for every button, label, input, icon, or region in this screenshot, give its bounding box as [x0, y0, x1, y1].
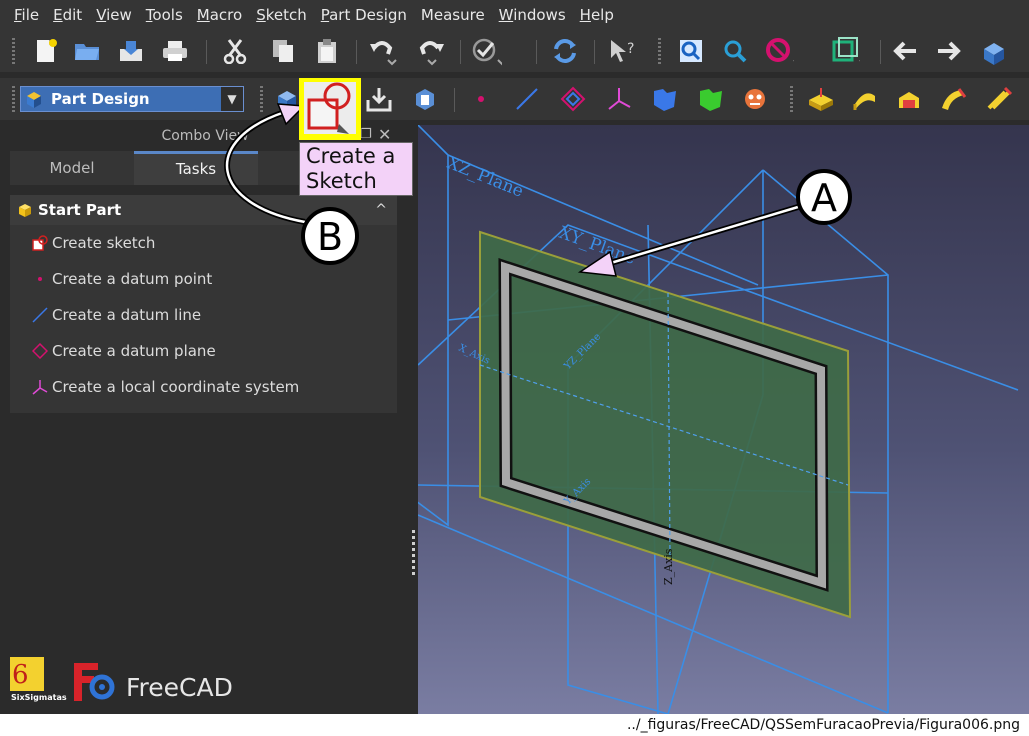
- menu-measure[interactable]: Measure: [421, 6, 485, 24]
- sixsigmatas-logo: 6: [10, 657, 44, 695]
- clone-icon[interactable]: [740, 84, 770, 114]
- additive-pipe-icon[interactable]: [938, 84, 968, 114]
- datum-point-icon: [32, 271, 48, 287]
- import-icon[interactable]: [364, 84, 394, 114]
- new-document-icon[interactable]: [30, 36, 60, 66]
- workbench-selector[interactable]: Part Design ▼: [20, 86, 244, 112]
- task-create-local-coordinate-system[interactable]: Create a local coordinate system: [10, 369, 397, 405]
- sketch-icon: [32, 235, 48, 251]
- refresh-check-icon[interactable]: [472, 36, 502, 66]
- main-toolbar: ?: [0, 30, 1029, 72]
- chevron-up-icon[interactable]: ^: [375, 202, 387, 218]
- menu-windows[interactable]: Windows: [499, 6, 566, 24]
- redo-icon[interactable]: [416, 36, 446, 66]
- datum-line-icon[interactable]: [512, 84, 542, 114]
- 3d-viewport[interactable]: XZ_Plane XY_Plane YZ_Plane X_Axis Y_Axis…: [418, 125, 1029, 714]
- scene: XZ_Plane XY_Plane YZ_Plane X_Axis Y_Axis…: [418, 125, 1019, 714]
- task-create-sketch[interactable]: Create sketch: [10, 225, 397, 261]
- bounding-box-icon[interactable]: [830, 36, 860, 66]
- cut-icon[interactable]: [220, 36, 250, 66]
- menu-tools[interactable]: Tools: [146, 6, 183, 24]
- additive-loft-icon[interactable]: [894, 84, 924, 114]
- task-label: Create a datum point: [52, 270, 213, 288]
- panel-splitter[interactable]: [412, 530, 415, 578]
- combo-view-panel: Combo View ❐ ✕ Model Tasks Start Part ^ …: [0, 125, 410, 714]
- task-create-datum-plane[interactable]: Create a datum plane: [10, 333, 397, 369]
- tab-tasks[interactable]: Tasks: [134, 151, 258, 185]
- part-icon: [19, 204, 31, 217]
- draw-style-icon[interactable]: [764, 36, 794, 66]
- pad-icon[interactable]: [806, 84, 836, 114]
- figure-caption: ../_figuras/FreeCAD/QSSemFuracaoPrevia/F…: [0, 714, 1029, 736]
- revolution-icon[interactable]: [850, 84, 880, 114]
- undo-icon[interactable]: [368, 36, 398, 66]
- freecad-window: File Edit View Tools Macro Sketch Part D…: [0, 0, 1029, 714]
- copy-icon[interactable]: [268, 36, 298, 66]
- datum-plane-icon: [32, 343, 48, 359]
- shape-binder-icon[interactable]: [410, 84, 440, 114]
- freecad-logo-icon: [72, 661, 118, 709]
- tooltip-line-1: Create a: [306, 144, 396, 168]
- task-create-datum-line[interactable]: Create a datum line: [10, 297, 397, 333]
- task-label: Create a local coordinate system: [52, 378, 300, 396]
- part-design-workbench-icon: [27, 92, 41, 108]
- back-arrow-icon[interactable]: [890, 36, 920, 66]
- open-icon[interactable]: [72, 36, 102, 66]
- menu-bar: File Edit View Tools Macro Sketch Part D…: [0, 0, 1029, 30]
- menu-view[interactable]: View: [96, 6, 132, 24]
- menu-file[interactable]: File: [14, 6, 39, 24]
- dock-float-icon[interactable]: ❐: [360, 127, 372, 142]
- toolbar-grip[interactable]: [12, 38, 15, 64]
- create-sketch-tooltip: Create a Sketch: [299, 142, 413, 196]
- datum-point-icon[interactable]: [466, 84, 496, 114]
- task-panel: Start Part ^ Create sketch Create a datu…: [10, 195, 397, 413]
- whats-this-icon[interactable]: ?: [608, 36, 638, 66]
- toolbar-grip[interactable]: [12, 86, 15, 112]
- menu-edit[interactable]: Edit: [53, 6, 82, 24]
- local-coordinate-system-icon[interactable]: [604, 84, 634, 114]
- menu-help[interactable]: Help: [580, 6, 614, 24]
- svg-text:6: 6: [12, 660, 29, 690]
- print-icon[interactable]: [160, 36, 190, 66]
- workbench-name: Part Design: [51, 90, 150, 108]
- task-panel-title: Start Part: [38, 201, 122, 219]
- create-body-icon[interactable]: [272, 84, 302, 114]
- forward-arrow-icon[interactable]: [934, 36, 964, 66]
- datum-line-icon: [32, 307, 48, 323]
- task-panel-header[interactable]: Start Part ^: [10, 195, 397, 225]
- datum-plane-icon[interactable]: [558, 84, 588, 114]
- xz-plane-outline: [418, 125, 449, 527]
- local-coordinate-system-icon: [32, 379, 48, 395]
- menu-part-design[interactable]: Part Design: [321, 6, 407, 24]
- paste-icon[interactable]: [312, 36, 342, 66]
- navigation-cube-icon[interactable]: [980, 36, 1010, 66]
- svg-text:?: ?: [627, 41, 634, 57]
- freecad-wordmark: FreeCAD: [126, 673, 233, 702]
- chevron-down-icon[interactable]: ▼: [221, 87, 243, 111]
- subshape-binder-icon[interactable]: [696, 84, 726, 114]
- fit-all-icon[interactable]: [676, 36, 706, 66]
- menu-sketch[interactable]: Sketch: [256, 6, 307, 24]
- part-design-toolbar: Part Design ▼: [0, 78, 1029, 140]
- task-create-datum-point[interactable]: Create a datum point: [10, 261, 397, 297]
- sixsigmatas-label: SixSigmatas: [11, 693, 67, 702]
- task-label: Create sketch: [52, 234, 156, 252]
- tooltip-line-2: Sketch: [306, 169, 377, 193]
- axis-label-z: Z_Axis: [662, 548, 675, 585]
- plane-label-xz: XZ_Plane: [444, 153, 526, 202]
- sketch-icon: [307, 82, 351, 134]
- additive-helix-icon[interactable]: [984, 84, 1014, 114]
- task-label: Create a datum plane: [52, 342, 216, 360]
- save-icon[interactable]: [116, 36, 146, 66]
- fit-selection-icon[interactable]: [720, 36, 750, 66]
- menu-macro[interactable]: Macro: [197, 6, 242, 24]
- figure-path: ../_figuras/FreeCAD/QSSemFuracaoPrevia/F…: [626, 717, 1020, 733]
- tab-model[interactable]: Model: [10, 151, 134, 185]
- create-sketch-button[interactable]: [299, 78, 361, 140]
- recompute-icon[interactable]: [550, 36, 580, 66]
- task-label: Create a datum line: [52, 306, 202, 324]
- shape-binder-blue-icon[interactable]: [650, 84, 680, 114]
